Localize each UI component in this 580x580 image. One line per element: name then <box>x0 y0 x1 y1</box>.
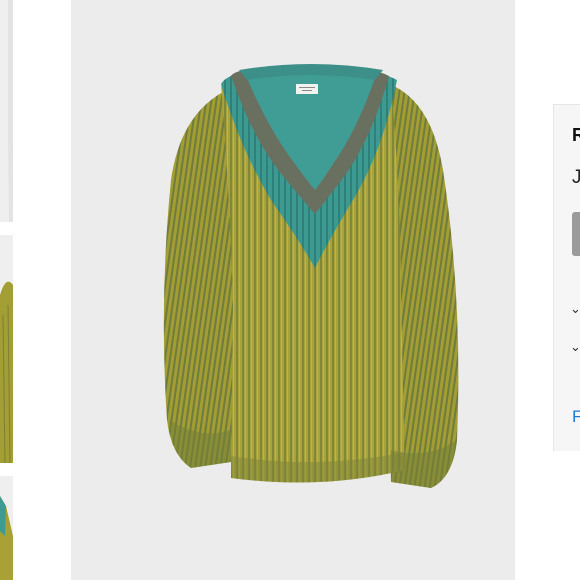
size-select-button[interactable] <box>572 212 580 256</box>
thumbnail-strip <box>0 0 13 580</box>
details-accordion-toggle[interactable]: ⌄ <box>570 301 580 317</box>
product-info-panel: R J ⌄ ⌄ F <box>553 104 580 451</box>
thumbnail-1[interactable] <box>0 0 13 222</box>
thumbnail-3[interactable] <box>0 476 13 580</box>
brand-name: R <box>572 125 580 146</box>
shipping-accordion-toggle[interactable]: ⌄ <box>570 339 580 355</box>
main-product-image <box>71 0 515 580</box>
sweater-illustration <box>71 0 515 580</box>
chevron-down-icon: ⌄ <box>570 339 580 354</box>
product-name: J <box>572 167 580 189</box>
chevron-down-icon: ⌄ <box>570 301 580 316</box>
thumbnail-2[interactable] <box>0 235 13 463</box>
info-link[interactable]: F <box>572 407 580 427</box>
